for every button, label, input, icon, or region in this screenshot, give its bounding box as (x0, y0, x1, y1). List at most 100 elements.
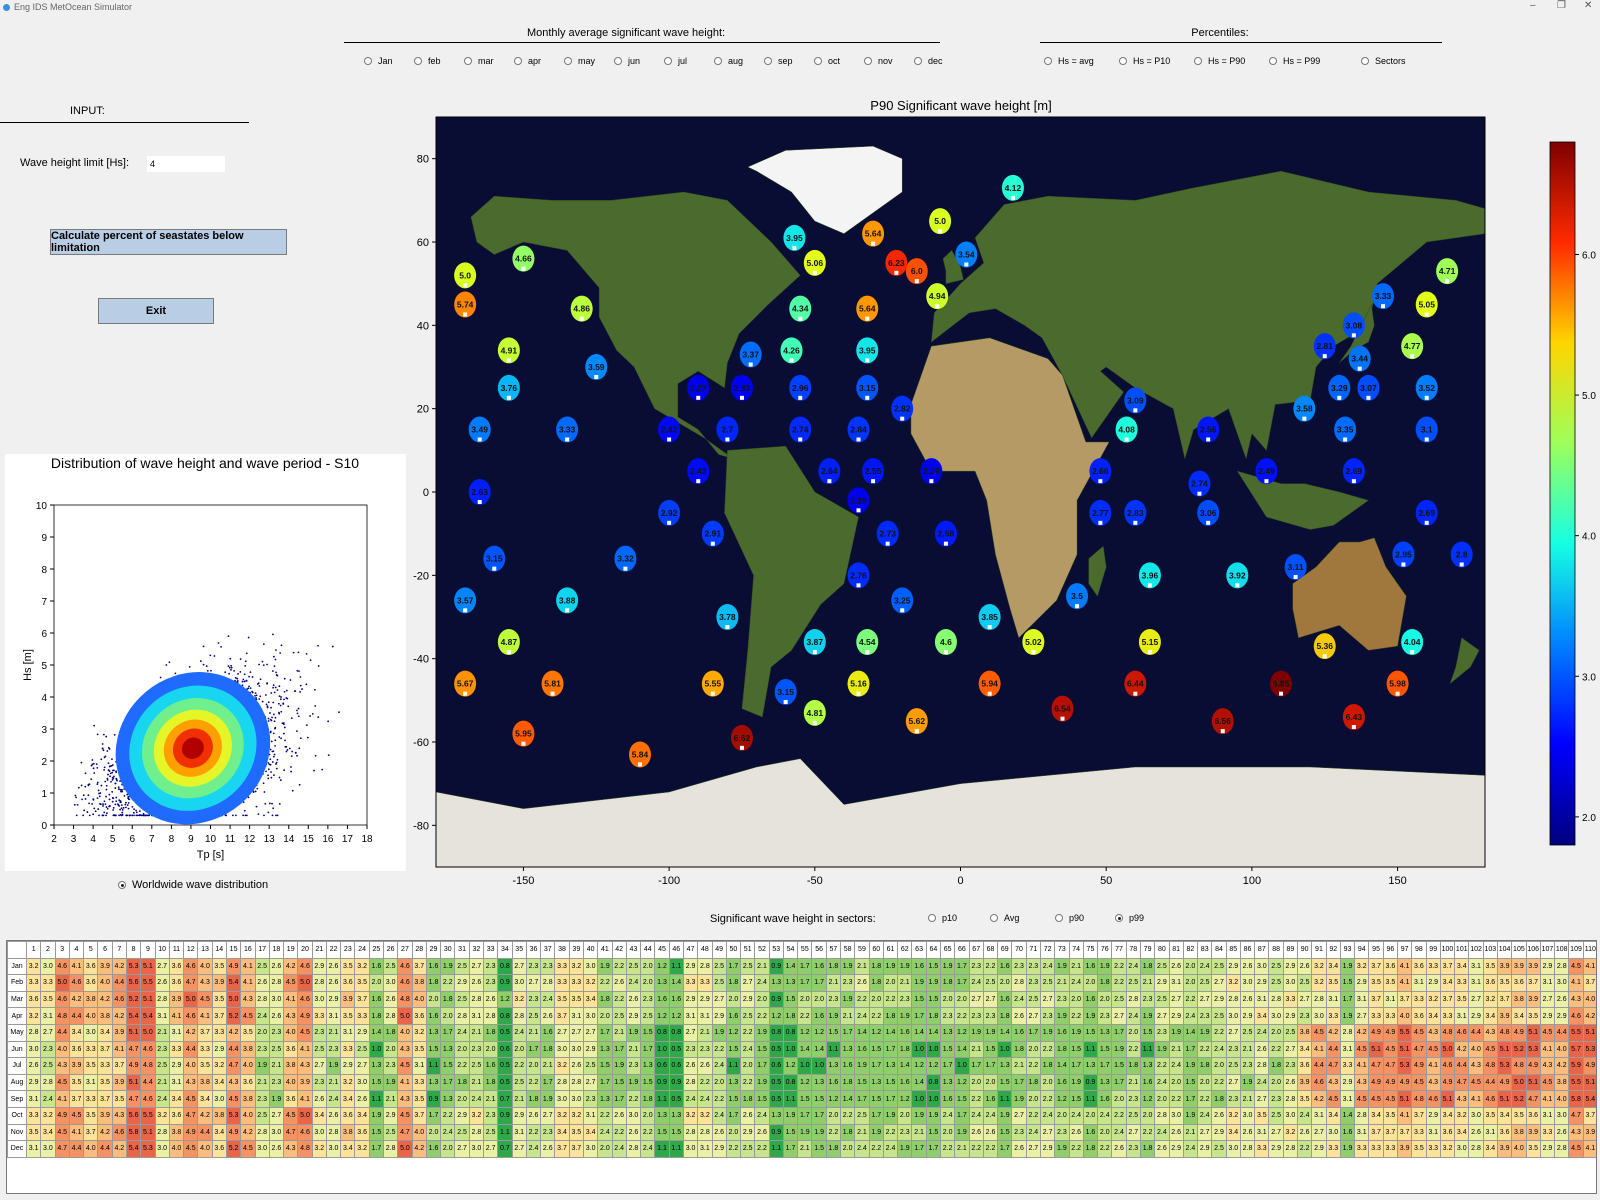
wave-marker[interactable]: 5.67 (454, 670, 477, 697)
wave-marker[interactable]: 4.12 (1001, 174, 1024, 201)
wave-marker[interactable]: 4.91 (497, 337, 520, 364)
wave-marker[interactable]: 2.83 (1124, 499, 1147, 526)
wave-marker[interactable]: 3.76 (497, 374, 520, 401)
wave-marker[interactable]: 5.81 (541, 670, 564, 697)
wave-marker[interactable]: 2.49 (1255, 458, 1278, 485)
sector-radio-p90[interactable]: p90 (1055, 913, 1084, 923)
wave-marker[interactable]: 2.43 (687, 458, 710, 485)
wave-marker[interactable]: 2.74 (789, 416, 812, 443)
wave-marker[interactable]: 5.0 (929, 208, 952, 235)
wave-marker[interactable]: 2.58 (934, 520, 957, 547)
wave-marker[interactable]: 6.54 (1051, 695, 1074, 722)
wave-marker[interactable]: 3.87 (803, 629, 826, 655)
wave-marker[interactable]: 3.08 (1342, 312, 1365, 339)
wave-marker[interactable]: 6.44 (1124, 670, 1147, 697)
wave-marker[interactable]: 2.77 (1089, 499, 1112, 526)
wave-marker[interactable]: 2.82 (891, 395, 914, 422)
wave-marker[interactable]: 2.55 (862, 458, 885, 485)
wave-marker[interactable]: 3.15 (483, 545, 506, 572)
wave-marker[interactable]: 6.85 (1270, 670, 1293, 697)
wave-marker[interactable]: 2.81 (1313, 333, 1336, 360)
wave-marker[interactable]: 3.58 (1293, 395, 1316, 422)
wave-marker[interactable]: 2.69 (1342, 458, 1365, 485)
wave-marker[interactable]: 4.54 (856, 629, 879, 655)
wave-marker[interactable]: 5.84 (628, 741, 651, 768)
wave-marker[interactable]: 3.95 (783, 224, 806, 251)
wave-marker[interactable]: 4.77 (1401, 333, 1424, 360)
wave-marker[interactable]: 3.52 (1415, 374, 1438, 401)
wave-marker[interactable]: 3.5 (1066, 583, 1089, 610)
wave-marker[interactable]: 3.96 (1138, 562, 1161, 589)
wave-marker[interactable]: 6.0 (905, 258, 928, 285)
sector-radio-p10[interactable]: p10 (928, 913, 957, 923)
wave-marker[interactable]: 5.95 (512, 720, 535, 747)
wave-marker[interactable]: 3.35 (1334, 416, 1357, 443)
wave-marker[interactable]: 2.29 (847, 487, 870, 514)
wave-marker[interactable]: 4.66 (512, 245, 535, 272)
wave-marker[interactable]: 3.25 (891, 587, 914, 614)
wave-marker[interactable]: 2.74 (1188, 470, 1211, 497)
wave-marker[interactable]: 5.02 (1022, 629, 1045, 655)
wave-marker[interactable]: 4.71 (1436, 258, 1459, 285)
wave-marker[interactable]: 3.15 (774, 679, 797, 705)
sector-radio-avg[interactable]: Avg (990, 913, 1019, 923)
wave-marker[interactable]: 5.55 (701, 670, 724, 697)
wave-marker[interactable]: 5.0 (454, 262, 477, 289)
wave-marker[interactable]: 2.91 (701, 520, 724, 547)
wave-marker[interactable]: 3.88 (556, 587, 579, 614)
wave-marker[interactable]: 3.11 (1284, 554, 1307, 580)
wave-marker[interactable]: 2.7 (716, 416, 739, 443)
wave-marker[interactable]: 5.94 (978, 670, 1001, 697)
wave-marker[interactable]: 3.09 (1124, 387, 1147, 414)
wave-marker[interactable]: 6.23 (885, 249, 908, 276)
wave-marker[interactable]: 4.08 (1115, 416, 1138, 443)
wave-marker[interactable]: 5.74 (454, 291, 477, 318)
wave-marker[interactable]: 3.92 (1226, 562, 1249, 589)
wave-marker[interactable]: 3.33 (1372, 283, 1395, 310)
wave-marker[interactable]: 5.64 (862, 220, 885, 247)
wave-marker[interactable]: 4.34 (789, 295, 812, 322)
wave-marker[interactable]: 3.33 (556, 416, 579, 443)
wave-marker[interactable]: 3.85 (978, 604, 1001, 630)
wave-marker[interactable]: 2.92 (658, 499, 681, 526)
wave-marker[interactable]: 4.81 (803, 699, 826, 726)
wave-marker[interactable]: 2.73 (876, 520, 899, 547)
wave-marker[interactable]: 4.86 (570, 295, 593, 322)
wave-marker[interactable]: 2.95 (1392, 541, 1415, 568)
wave-marker[interactable]: 3.07 (1357, 374, 1380, 401)
wave-marker[interactable]: 5.36 (1313, 633, 1336, 660)
wave-marker[interactable]: 6.43 (1342, 704, 1365, 730)
worldwide-radio[interactable]: Worldwide wave distribution (118, 879, 268, 891)
wave-marker[interactable]: 5.62 (905, 708, 928, 735)
wave-marker[interactable]: 3.78 (716, 604, 739, 630)
wave-marker[interactable]: 2.76 (847, 562, 870, 589)
wave-marker[interactable]: 3.49 (468, 416, 491, 443)
wave-marker[interactable]: 2.8 (1450, 541, 1473, 568)
wave-marker[interactable]: 4.6 (934, 629, 957, 655)
wave-marker[interactable]: 2.66 (1089, 458, 1112, 485)
wave-marker[interactable]: 3.1 (1415, 416, 1438, 443)
wave-marker[interactable]: 2.42 (658, 416, 681, 443)
wave-marker[interactable]: 2.33 (730, 374, 753, 401)
wave-marker[interactable]: 2.56 (1197, 416, 1220, 443)
wave-marker[interactable]: 3.29 (1328, 374, 1351, 401)
wave-marker[interactable]: 3.06 (1197, 499, 1220, 526)
wave-marker[interactable]: 3.54 (955, 241, 978, 268)
wave-marker[interactable]: 3.37 (739, 341, 762, 368)
wave-marker[interactable]: 2.69 (1415, 499, 1438, 526)
wave-marker[interactable]: 5.98 (1386, 670, 1409, 697)
wave-marker[interactable]: 5.05 (1415, 291, 1438, 318)
wave-marker[interactable]: 2.96 (789, 374, 812, 401)
wave-marker[interactable]: 3.57 (454, 587, 477, 614)
wave-marker[interactable]: 3.44 (1348, 345, 1371, 372)
wave-marker[interactable]: 5.15 (1138, 629, 1161, 655)
wave-marker[interactable]: 2.64 (818, 458, 841, 485)
wave-marker[interactable]: 2.63 (468, 479, 491, 505)
wave-marker[interactable]: 3.32 (614, 545, 637, 572)
wave-marker[interactable]: 5.16 (847, 670, 870, 697)
wave-marker[interactable]: 4.26 (780, 337, 803, 364)
sector-radio-p99[interactable]: p99 (1115, 913, 1144, 923)
wave-marker[interactable]: 6.56 (1211, 708, 1234, 735)
wave-marker[interactable]: 5.64 (856, 295, 879, 322)
wave-marker[interactable]: 4.87 (497, 629, 520, 655)
